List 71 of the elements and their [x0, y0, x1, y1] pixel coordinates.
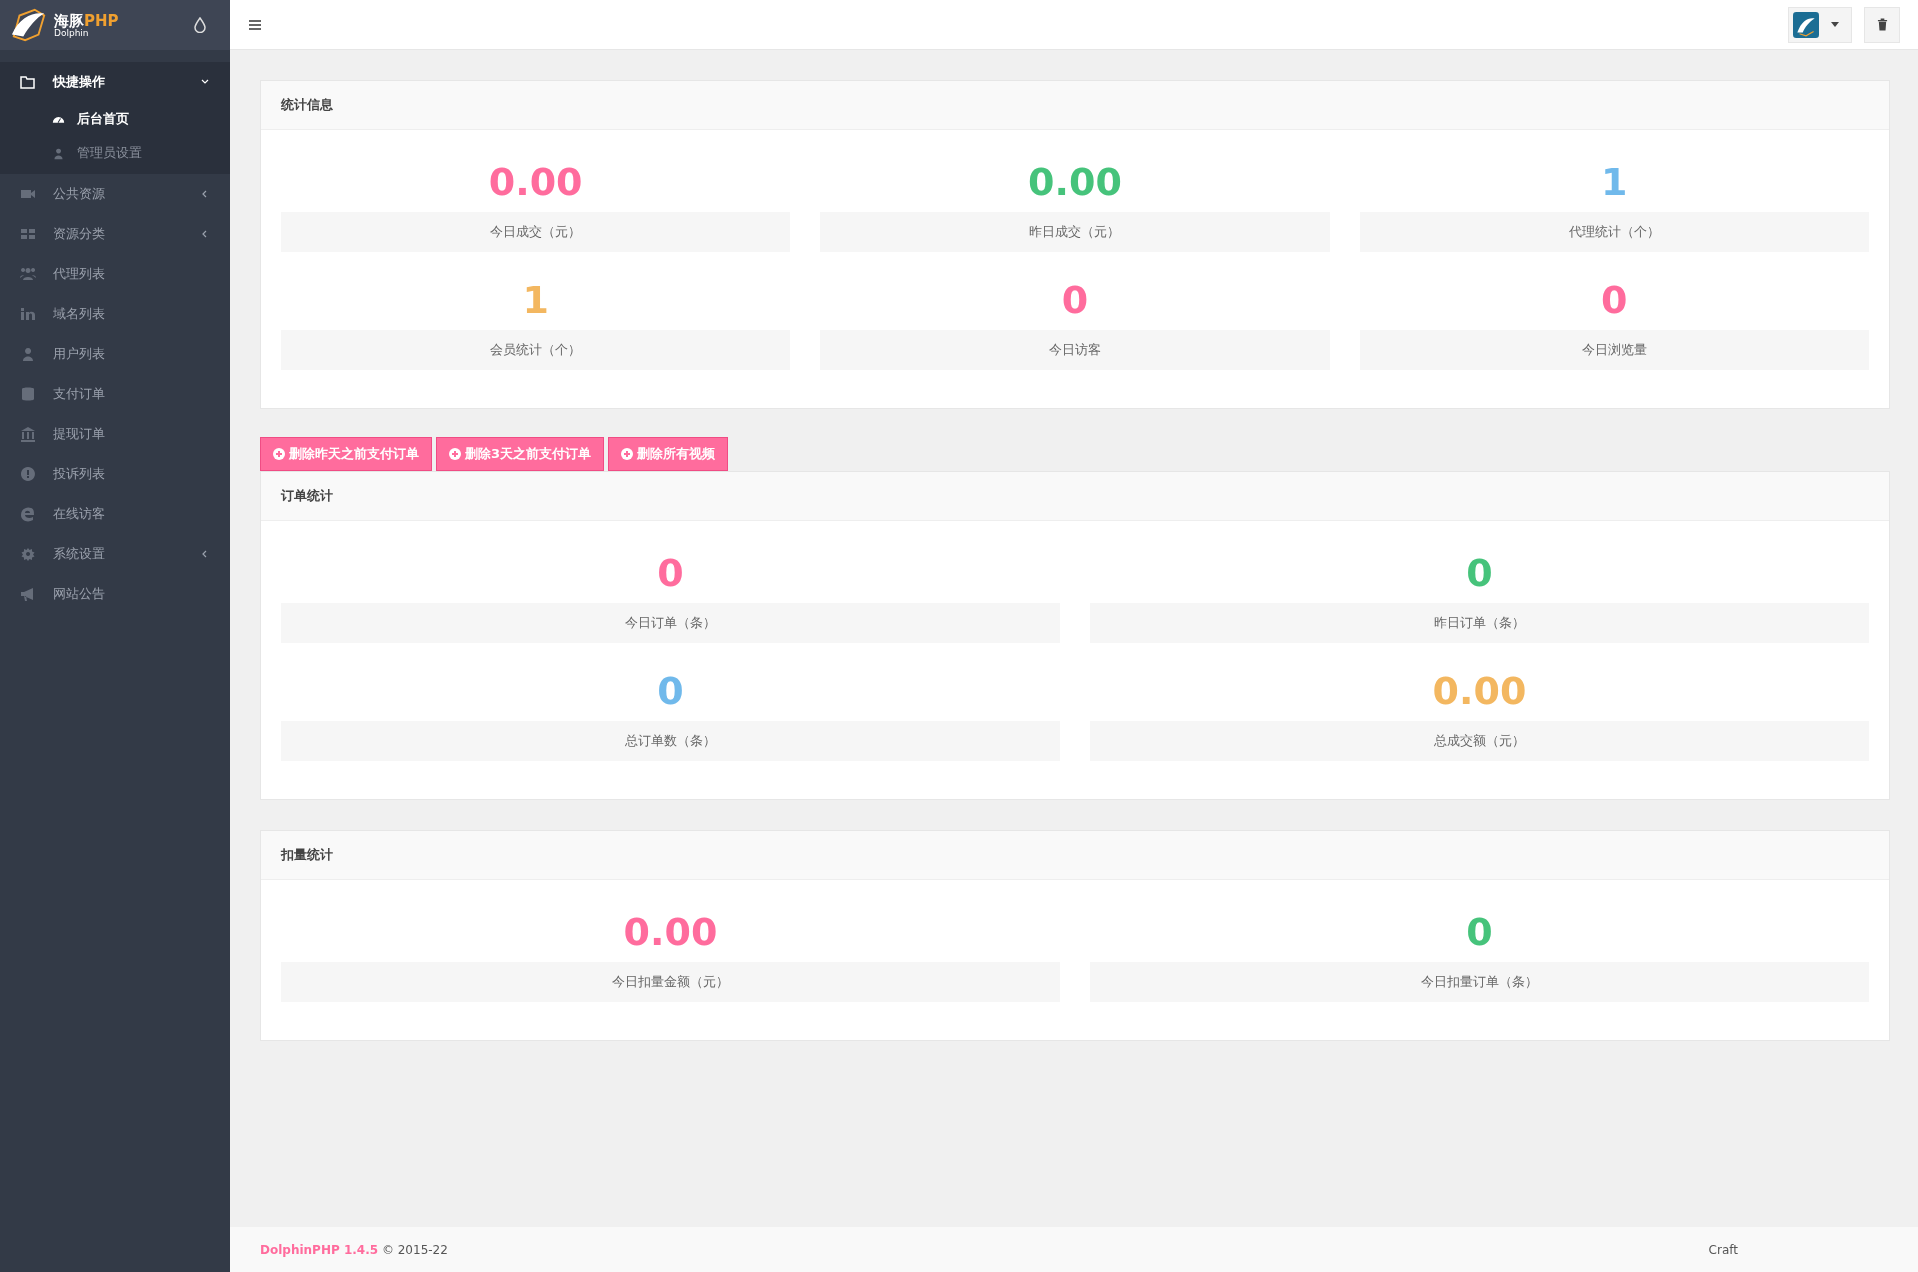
trash-icon — [1876, 18, 1888, 31]
sidebar-item[interactable]: 代理列表 — [0, 254, 230, 294]
stat-label: 今日扣量订单（条） — [1090, 962, 1869, 1002]
plus-circle-icon — [621, 448, 634, 460]
stat-value: 0 — [1466, 550, 1493, 597]
stat-value: 1 — [522, 277, 549, 324]
horn-icon — [20, 586, 36, 602]
sidebar-item[interactable]: 投诉列表 — [0, 454, 230, 494]
stat-value: 0.00 — [1028, 159, 1122, 206]
user-icon — [52, 146, 65, 160]
sidebar-item[interactable]: 资源分类 — [0, 214, 230, 254]
stat-value: 0.00 — [623, 909, 718, 956]
panel-title: 扣量统计 — [281, 846, 333, 864]
stat-label: 今日访客 — [820, 330, 1330, 370]
stat-label: 今日浏览量 — [1359, 330, 1869, 370]
brand-name: 海豚PHP — [54, 12, 120, 29]
sidebar-item[interactable]: 公共资源 — [0, 174, 230, 214]
sidebar-item[interactable]: 支付订单 — [0, 374, 230, 414]
footer-copyright: DolphinPHP 1.4.5 © 2015-22 — [260, 1242, 448, 1257]
account-dropdown[interactable] — [1788, 6, 1852, 43]
clear-cache-button[interactable] — [1864, 6, 1900, 43]
stat-value: 0 — [1061, 277, 1089, 324]
stat-label: 今日成交（元） — [281, 212, 791, 252]
brand-subtitle: Dolphin — [54, 28, 90, 38]
grid-icon — [20, 226, 36, 242]
footer-credit: Craft — [1708, 1242, 1738, 1257]
stat-label: 今日订单（条） — [281, 603, 1060, 643]
panel-title: 统计信息 — [281, 96, 333, 114]
sidebar-subitem[interactable]: 管理员设置 — [0, 136, 230, 170]
alert-icon — [20, 466, 36, 482]
dolphin-logo-icon — [10, 7, 48, 43]
delete-button[interactable]: 删除所有视频 — [608, 437, 729, 471]
bank-icon — [20, 426, 36, 442]
stat-value: 0 — [657, 550, 684, 597]
sidebar-item[interactable]: 域名列表 — [0, 294, 230, 334]
stat-value: 0 — [1601, 277, 1628, 324]
sidebar-item[interactable]: 提现订单 — [0, 414, 230, 454]
stat-value: 0 — [1466, 909, 1493, 956]
stat-label: 会员统计（个） — [281, 330, 791, 370]
delete-button[interactable]: 删除昨天之前支付订单 — [260, 437, 432, 471]
in-icon — [20, 306, 36, 322]
sidebar-item[interactable]: 用户列表 — [0, 334, 230, 374]
gear-icon — [20, 546, 36, 562]
dolphin-avatar-icon — [1793, 11, 1819, 38]
stat-label: 昨日成交（元） — [820, 212, 1330, 252]
panel-title: 订单统计 — [281, 487, 333, 505]
stat-label: 总订单数（条） — [281, 721, 1060, 761]
e-icon — [20, 506, 36, 522]
stat-label: 昨日订单（条） — [1090, 603, 1869, 643]
menu-icon[interactable] — [248, 18, 262, 31]
sidebar-item[interactable]: 快捷操作 — [0, 62, 230, 102]
droplet-icon[interactable] — [194, 17, 206, 33]
user-icon — [20, 346, 36, 362]
sidebar-item[interactable]: 系统设置 — [0, 534, 230, 574]
plus-circle-icon — [273, 448, 285, 460]
stat-label: 今日扣量金额（元） — [281, 962, 1060, 1002]
sidebar-subitem[interactable]: 后台首页 — [0, 102, 230, 136]
plus-circle-icon — [449, 448, 461, 460]
stat-value: 0.00 — [1432, 668, 1527, 715]
caret-icon — [1831, 22, 1839, 27]
folder-icon — [20, 74, 36, 90]
delete-button[interactable]: 删除3天之前支付订单 — [436, 437, 605, 471]
sidebar-item[interactable]: 网站公告 — [0, 574, 230, 614]
stat-value: 1 — [1601, 159, 1628, 206]
stat-label: 总成交额（元） — [1090, 721, 1869, 761]
stat-value: 0.00 — [488, 159, 583, 206]
stat-label: 代理统计（个） — [1359, 212, 1869, 252]
users-icon — [20, 266, 36, 282]
db-icon — [20, 386, 36, 402]
sidebar-item[interactable]: 在线访客 — [0, 494, 230, 534]
stat-value: 0 — [657, 668, 684, 715]
